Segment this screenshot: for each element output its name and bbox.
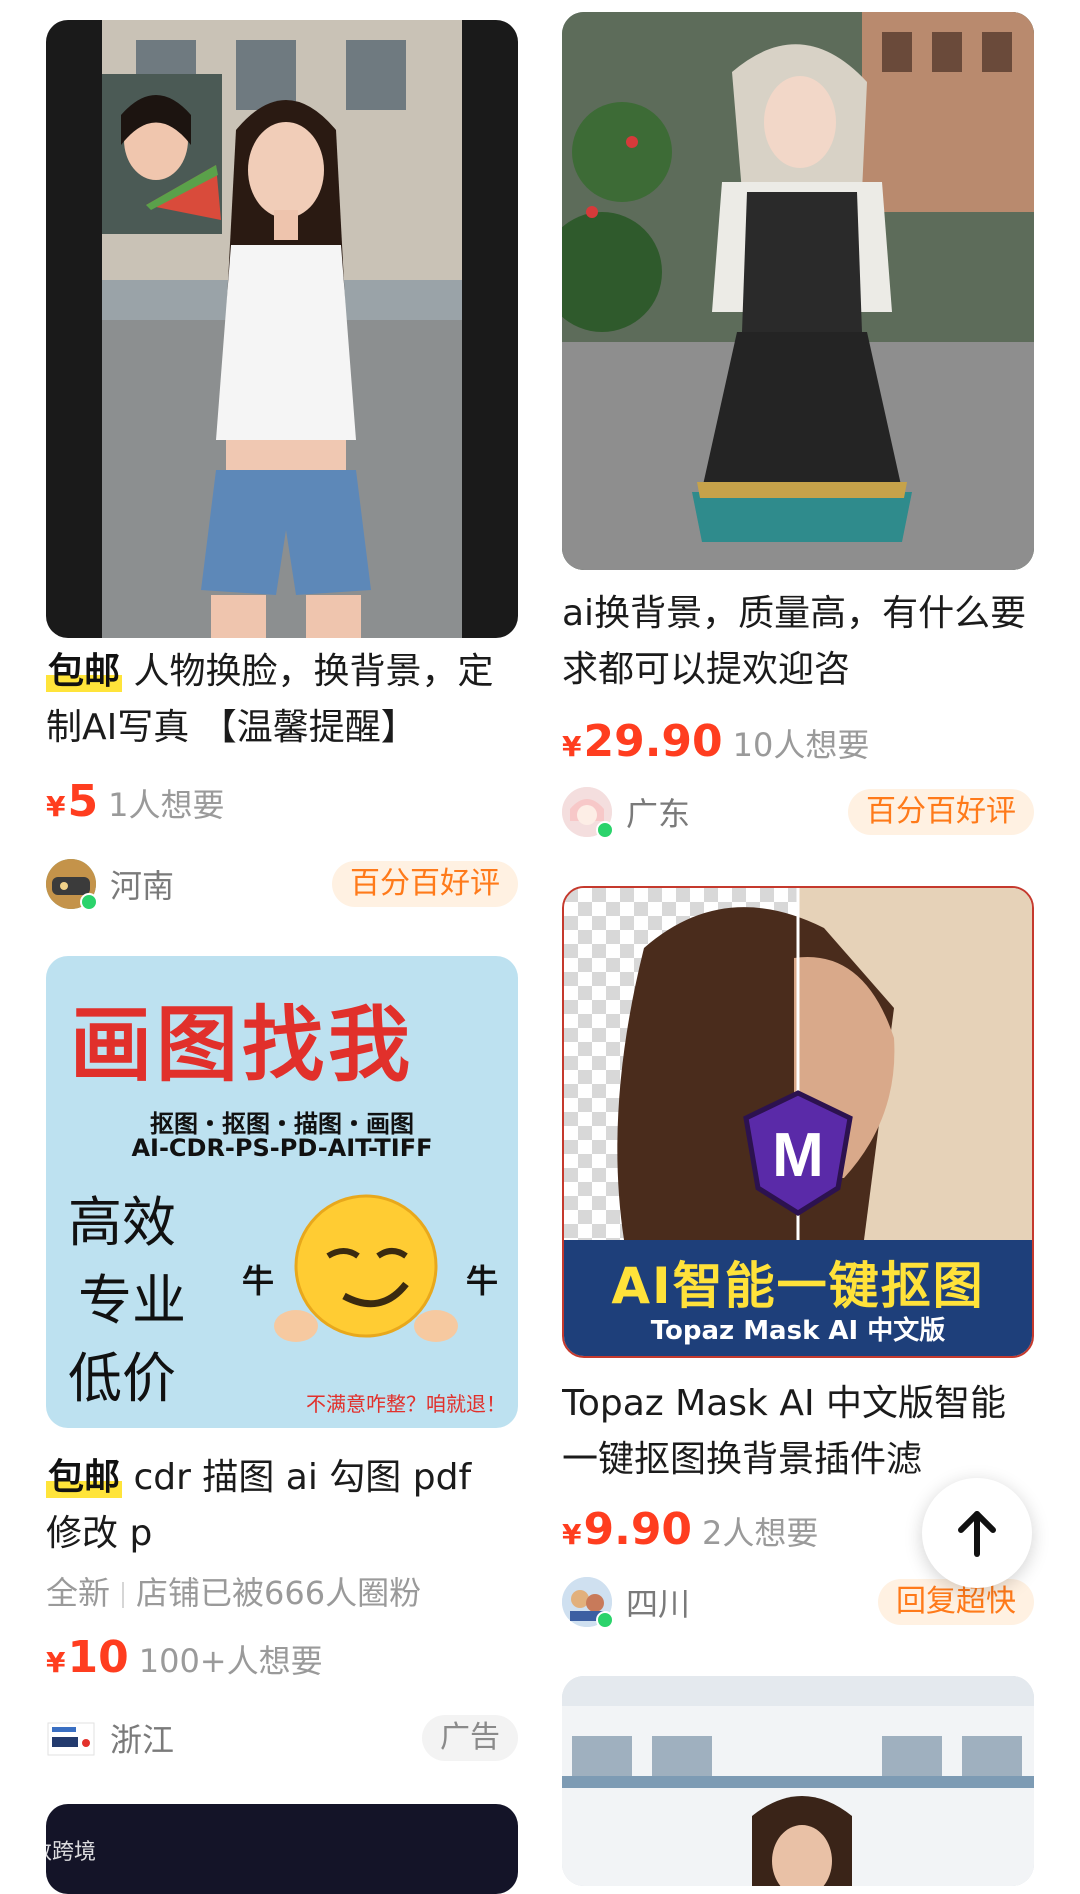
product-photo	[102, 20, 462, 638]
product-photo	[562, 1676, 1034, 1886]
wants-count: 100+人想要	[138, 1642, 323, 1680]
poster-niu-right: 牛	[466, 1262, 499, 1300]
seller-avatar[interactable]	[562, 1577, 614, 1629]
ad-badge: 广告	[422, 1715, 518, 1761]
poster-hand-text: 高效	[68, 1191, 176, 1254]
avatar-art	[47, 1722, 95, 1756]
wants-count: 10人想要	[732, 726, 870, 764]
seller-row[interactable]: 河南 百分百好评	[46, 856, 518, 912]
currency-symbol: ¥	[46, 1646, 66, 1679]
watermark: 大数跨境	[8, 1840, 97, 1865]
product-price: 29.90	[583, 716, 723, 767]
product-price: 5	[67, 776, 99, 827]
wants-count: 1人想要	[108, 786, 225, 824]
product-title[interactable]: 包邮 人物换脸，换背景，定制AI写真 【温馨提醒】	[46, 644, 518, 756]
poster-title: 画图找我	[70, 997, 415, 1093]
price-row: ¥ 10 100+人想要	[46, 1632, 323, 1692]
smirk-emoji-icon	[274, 1194, 458, 1342]
product-title[interactable]: 包邮 cdr 描图 ai 勾图 pdf 修改 p	[46, 1450, 518, 1562]
product-image[interactable]	[562, 12, 1034, 570]
seller-avatar[interactable]	[46, 859, 98, 911]
meta-row: 全新 店铺已被666人圈粉	[46, 1568, 421, 1614]
free-shipping-tag: 包邮	[46, 651, 123, 692]
online-status-dot	[596, 1611, 614, 1629]
product-price: 9.90	[583, 1504, 693, 1555]
currency-symbol: ¥	[46, 790, 66, 823]
product-photo	[562, 12, 1034, 570]
price-row: ¥ 29.90 10人想要	[562, 716, 869, 776]
product-title[interactable]: Topaz Mask AI 中文版智能一键抠图换背景插件滤	[562, 1376, 1034, 1488]
currency-symbol: ¥	[562, 730, 582, 763]
free-shipping-tag: 包邮	[46, 1457, 123, 1498]
online-status-dot	[596, 821, 614, 839]
seller-row[interactable]: 浙江 广告	[46, 1710, 518, 1766]
online-status-dot	[80, 893, 98, 911]
seller-location: 四川	[626, 1585, 691, 1623]
poster-footer: 不满意咋整？咱就退！	[306, 1392, 506, 1416]
currency-symbol: ¥	[562, 1518, 582, 1551]
poster-hand-text: 专业	[78, 1269, 186, 1332]
product-image[interactable]	[562, 1676, 1034, 1886]
seller-row[interactable]: 广东 百分百好评	[562, 784, 1034, 840]
topaz-logo-icon: M	[743, 1090, 853, 1216]
seller-location: 广东	[626, 795, 691, 833]
condition-label: 全新	[46, 1574, 111, 1612]
product-image[interactable]	[46, 20, 518, 638]
rating-badge: 百分百好评	[848, 789, 1034, 835]
banner-sub: Topaz Mask AI 中文版	[650, 1316, 946, 1346]
logo-letter: M	[772, 1121, 824, 1190]
price-row: ¥ 9.90 2人想要	[562, 1504, 818, 1564]
seller-location: 浙江	[110, 1721, 175, 1759]
seller-avatar[interactable]	[562, 787, 614, 839]
product-image[interactable]: 画图找我 抠图・抠图・描图・画图 AI-CDR-PS-PD-AIT-TIFF 高…	[46, 956, 518, 1428]
banner-main: AI智能一键抠图	[611, 1257, 985, 1315]
product-image[interactable]	[46, 1804, 518, 1894]
seller-avatar[interactable]	[46, 1713, 96, 1763]
product-title[interactable]: ai换背景，质量高，有什么要求都可以提欢迎咨	[562, 586, 1034, 698]
divider	[122, 1582, 125, 1608]
arrow-up-icon	[958, 1511, 996, 1557]
reply-fast-badge: 回复超快	[878, 1579, 1034, 1625]
shop-fans-label: 店铺已被666人圈粉	[136, 1574, 422, 1612]
poster-hand-text: 低价	[68, 1347, 176, 1410]
price-row: ¥ 5 1人想要	[46, 776, 224, 836]
rating-badge: 百分百好评	[332, 861, 518, 907]
seller-location: 河南	[110, 867, 175, 905]
wants-count: 2人想要	[702, 1514, 819, 1552]
scroll-to-top-button[interactable]	[922, 1478, 1032, 1588]
product-price: 10	[67, 1632, 129, 1683]
poster-line2: AI-CDR-PS-PD-AIT-TIFF	[131, 1134, 433, 1162]
product-image[interactable]: M AI智能一键抠图 Topaz Mask AI 中文版	[562, 886, 1034, 1358]
banner: AI智能一键抠图 Topaz Mask AI 中文版	[564, 1240, 1032, 1356]
